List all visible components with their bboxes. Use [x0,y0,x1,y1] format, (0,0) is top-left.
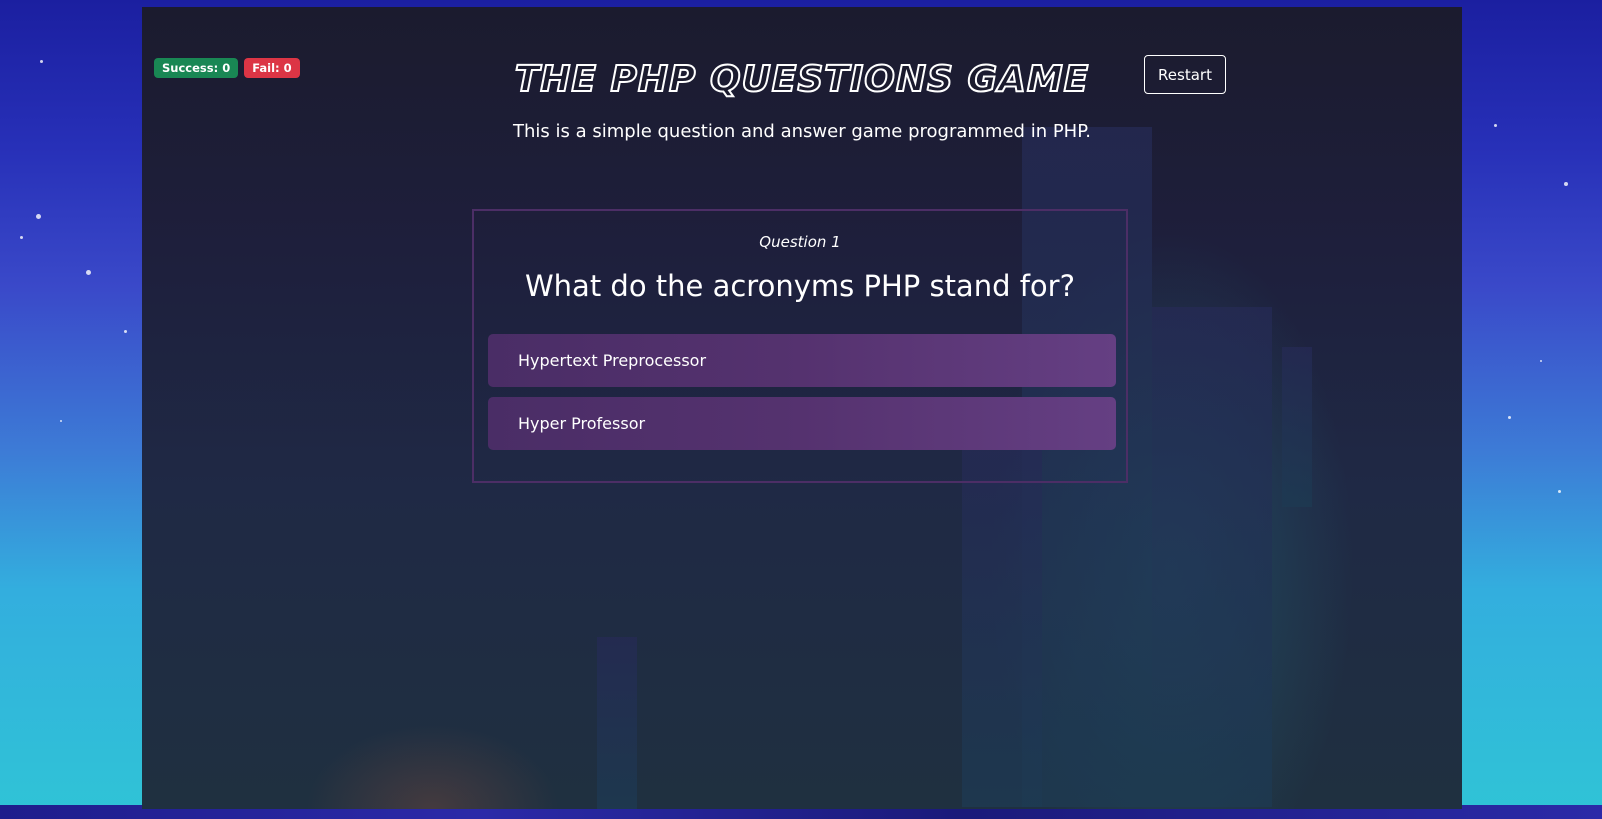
castle-tower [597,637,637,809]
question-text: What do the acronyms PHP stand for? [525,269,1075,303]
star [1494,124,1497,127]
castle-tower [1152,307,1272,807]
answer-option[interactable]: Hypertext Preprocessor [488,334,1116,387]
answer-label: Hypertext Preprocessor [518,351,707,370]
restart-button[interactable]: Restart [1144,55,1226,94]
star [1540,360,1542,362]
game-panel: Success: 0 Fail: 0 THE PHP QUESTIONS GAM… [142,7,1462,809]
star [40,60,43,63]
answer-option[interactable]: Hyper Professor [488,397,1116,450]
page-title: THE PHP QUESTIONS GAME [514,58,1090,101]
answer-label: Hyper Professor [518,414,646,433]
castle-tower [962,447,1042,807]
castle-tower [1282,347,1312,507]
star [1564,182,1568,186]
star [20,236,23,239]
page-subtitle: This is a simple question and answer gam… [513,121,1091,142]
star [36,214,41,219]
star [60,420,62,422]
star [86,270,91,275]
star [124,330,127,333]
question-number: Question 1 [759,233,841,251]
question-card: Question 1 What do the acronyms PHP stan… [472,209,1128,483]
star [1558,490,1561,493]
star [1508,416,1511,419]
